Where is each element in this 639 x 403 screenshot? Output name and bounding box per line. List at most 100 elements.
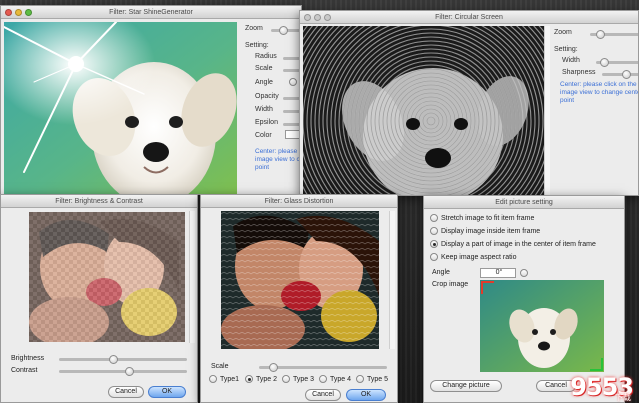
contrast-slider[interactable] [59,367,187,376]
change-picture-button[interactable]: Change picture [430,380,502,392]
circular-settings-panel: Zoom Setting: Width Sharpness Center: pl… [552,26,638,195]
glass-titlebar[interactable]: Filter: Glass Distortion [201,195,397,208]
zoom-icon[interactable] [324,14,331,21]
sharpness-slider[interactable] [602,70,638,79]
scale-slider[interactable] [259,363,387,372]
param-epsilon-label: Epsilon [255,119,278,126]
param-width-label: Width [255,106,273,113]
brightness-scrollbar[interactable] [189,211,195,343]
center-note: Center: please s image view to c point [255,148,301,171]
option-aspect-label: Keep image aspect ratio [441,253,517,261]
option-aspect[interactable]: Keep image aspect ratio [430,253,517,261]
type-radio-group: Type1 Type 2 Type 3 Type 4 Type 5 [209,373,395,385]
circular-scrollbar[interactable] [544,26,550,195]
ok-button[interactable]: OK [346,389,386,401]
brightness-contrast-window: Filter: Brightness & Contrast Brightness… [0,194,198,403]
type4-radio[interactable] [319,375,327,383]
window-controls [304,14,331,21]
edit-titlebar[interactable]: Edit picture setting [424,196,624,209]
angle-dial[interactable] [289,78,297,86]
option-center-part[interactable]: Display a part of image in the center of… [430,240,596,248]
close-icon[interactable] [304,14,311,21]
type5-radio[interactable] [356,375,364,383]
option-stretch[interactable]: Stretch image to fit item frame [430,214,534,222]
couple-photo-glass [221,211,379,349]
angle-input[interactable]: 0° [480,268,516,278]
puppy-crop-photo [480,280,604,372]
brightness-label: Brightness [11,355,45,362]
center-note: Center: please click on the l image view… [560,81,638,104]
close-icon[interactable] [5,9,12,16]
brightness-slider[interactable] [59,355,187,364]
glass-scrollbar[interactable] [389,211,395,349]
stretch-radio[interactable] [430,214,438,222]
edit-title: Edit picture setting [495,199,553,206]
minimize-icon[interactable] [314,14,321,21]
aspect-radio[interactable] [430,253,438,261]
type5-option[interactable]: Type 5 [356,375,388,383]
type1-label: Type1 [220,375,240,383]
crop-label: Crop image [432,281,469,288]
star-shine-titlebar[interactable]: Filter: Star ShineGenerator [1,6,301,19]
setting-label: Setting: [245,42,269,49]
option-inside-label: Display image inside item frame [441,227,541,235]
circular-preview-image[interactable] [303,26,544,195]
type4-label: Type 4 [330,375,352,383]
param-scale-label: Scale [255,65,273,72]
angle-dial-icon[interactable] [520,269,528,277]
site-watermark-sub: 下载 [615,393,631,402]
brightness-titlebar[interactable]: Filter: Brightness & Contrast [1,195,197,208]
circular-title: Filter: Circular Screen [435,14,503,21]
type1-option[interactable]: Type1 [209,375,239,383]
type3-label: Type 3 [293,375,315,383]
cancel-button[interactable]: Cancel [108,386,144,398]
ok-button[interactable]: OK [148,386,186,398]
param-opacity-label: Opacity [255,93,279,100]
center-part-radio[interactable] [430,240,438,248]
brightness-title: Filter: Brightness & Contrast [55,198,143,205]
glass-title: Filter: Glass Distortion [264,198,334,205]
option-stretch-label: Stretch image to fit item frame [441,214,535,222]
angle-label: Angle [432,269,450,276]
minimize-icon[interactable] [15,9,22,16]
param-radius-label: Radius [255,53,277,60]
glass-preview-image[interactable] [221,211,379,349]
cancel-button[interactable]: Cancel [305,389,341,401]
star-preview-image[interactable] [4,22,237,194]
circular-titlebar[interactable]: Filter: Circular Screen [300,11,638,24]
zoom-slider[interactable] [271,26,301,35]
zoom-label: Zoom [554,29,572,36]
brightness-preview-image[interactable] [29,212,185,342]
edit-picture-window: Edit picture setting Stretch image to fi… [423,195,625,403]
param-angle-label: Angle [255,79,273,86]
param-color-label: Color [255,132,272,139]
type1-radio[interactable] [209,375,217,383]
type2-option[interactable]: Type 2 [245,375,277,383]
zoom-slider[interactable] [590,30,638,39]
couple-photo-brightness [29,212,185,342]
param-sharpness-label: Sharpness [562,69,596,76]
scale-label: Scale [211,363,229,370]
star-shine-window: Filter: Star ShineGenerator Zoom Setting… [0,5,302,195]
option-center-part-label: Display a part of image in the center of… [441,240,596,248]
width-slider[interactable] [596,58,638,67]
contrast-label: Contrast [11,367,38,374]
param-width-label: Width [562,57,580,64]
type2-radio[interactable] [245,375,253,383]
inside-radio[interactable] [430,227,438,235]
circular-screen-window: Filter: Circular Screen Zoom Setting: Wi… [299,10,639,196]
puppy-star-photo [4,22,237,194]
type3-radio[interactable] [282,375,290,383]
zoom-label: Zoom [245,25,263,32]
star-shine-title: Filter: Star ShineGenerator [109,9,193,16]
type3-option[interactable]: Type 3 [282,375,314,383]
option-inside[interactable]: Display image inside item frame [430,227,540,235]
type4-option[interactable]: Type 4 [319,375,351,383]
crop-image-preview[interactable] [480,280,604,372]
setting-label: Setting: [554,46,578,53]
glass-distortion-window: Filter: Glass Distortion Scale Type1 Typ… [200,194,398,403]
star-settings-panel: Zoom Setting: Radius Scale Angle Opacity… [241,22,301,194]
type5-label: Type 5 [367,375,389,383]
window-controls [5,9,32,16]
zoom-icon[interactable] [25,9,32,16]
